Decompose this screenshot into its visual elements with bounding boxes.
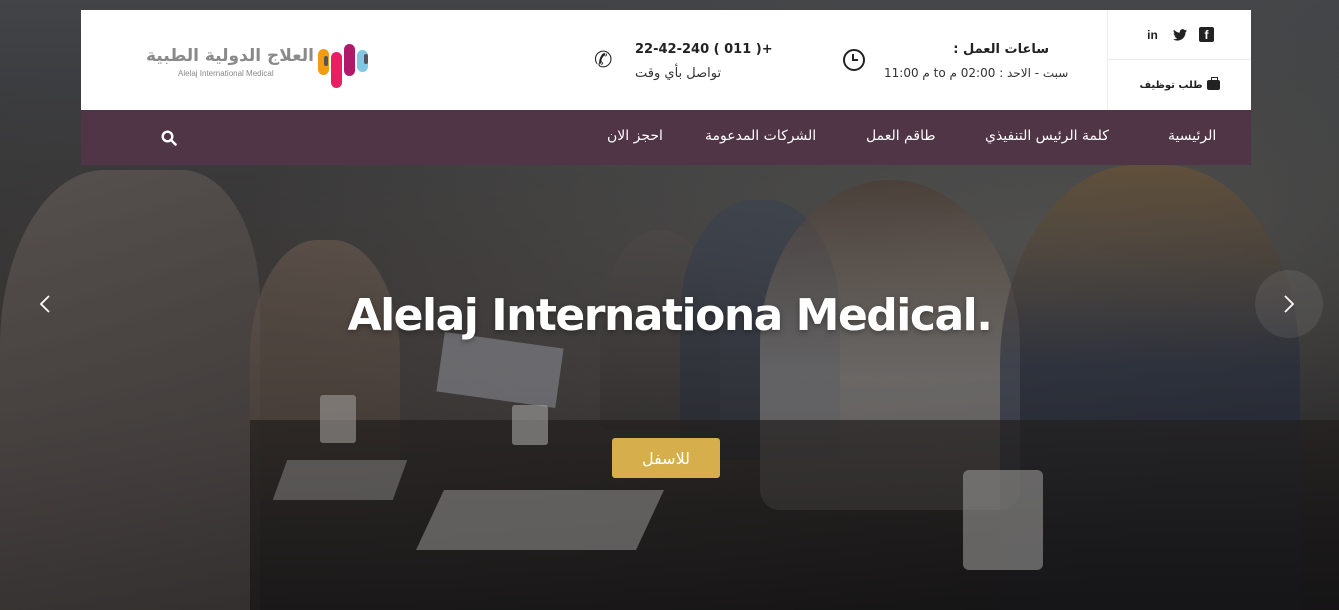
linkedin-icon[interactable]: in xyxy=(1145,27,1160,42)
working-hours-title: : ساعات العمل xyxy=(953,42,1049,57)
nav-item-book-now[interactable]: احجز الان xyxy=(607,128,663,144)
chevron-left-icon xyxy=(39,295,50,313)
clock-icon xyxy=(843,49,865,71)
phone-icon: ✆ xyxy=(594,48,613,73)
facebook-icon[interactable]: f xyxy=(1199,27,1214,42)
site-logo[interactable]: العلاج الدولية الطبية Alelaj Internation… xyxy=(146,44,376,88)
logo-pill-grey xyxy=(324,56,328,66)
twitter-icon[interactable] xyxy=(1172,27,1187,42)
logo-text-arabic: العلاج الدولية الطبية xyxy=(146,46,314,66)
hero-title: Alelaj Internationa Medical. xyxy=(347,290,993,341)
nav-item-supported-companies[interactable]: الشركات المدعومة xyxy=(705,128,816,144)
logo-text-english: Alelaj International Medical xyxy=(178,69,274,78)
career-link-label: طلب توظيف xyxy=(1139,79,1203,91)
nav-item-ceo-message[interactable]: كلمة الرئيس التنفيذي xyxy=(985,128,1109,144)
social-links: in f xyxy=(1108,10,1251,60)
phone-subtitle: تواصل بأي وقت xyxy=(635,66,722,81)
nav-item-staff[interactable]: طاقم العمل xyxy=(866,128,935,144)
nav-item-home[interactable]: الرئيسية xyxy=(1168,128,1216,144)
slider-prev-button[interactable] xyxy=(11,270,79,338)
search-icon[interactable] xyxy=(161,130,177,146)
scroll-down-button[interactable]: للاسفل xyxy=(612,438,720,478)
logo-pill-magenta xyxy=(344,44,355,76)
main-navbar: الرئيسية كلمة الرئيس التنفيذي طاقم العمل… xyxy=(81,110,1251,165)
contact-phone: ✆ 22-42-240 ( 011 )+ تواصل بأي وقت xyxy=(594,10,834,110)
slider-next-button[interactable] xyxy=(1255,270,1323,338)
social-column: in f طلب توظيف xyxy=(1107,10,1251,110)
working-hours-detail: م 11:00 to سبت - الاحد : 02:00 م xyxy=(884,66,1069,80)
working-hours: : ساعات العمل م 11:00 to سبت - الاحد : 0… xyxy=(841,10,1101,110)
logo-pill-pink xyxy=(331,52,342,88)
header-topbar: العلاج الدولية الطبية Alelaj Internation… xyxy=(81,10,1251,110)
briefcase-icon xyxy=(1206,77,1220,90)
chevron-right-icon xyxy=(1284,295,1295,313)
logo-pill-grey-2 xyxy=(364,54,368,64)
career-link[interactable]: طلب توظيف xyxy=(1108,60,1251,110)
phone-number[interactable]: 22-42-240 ( 011 )+ xyxy=(635,42,773,57)
